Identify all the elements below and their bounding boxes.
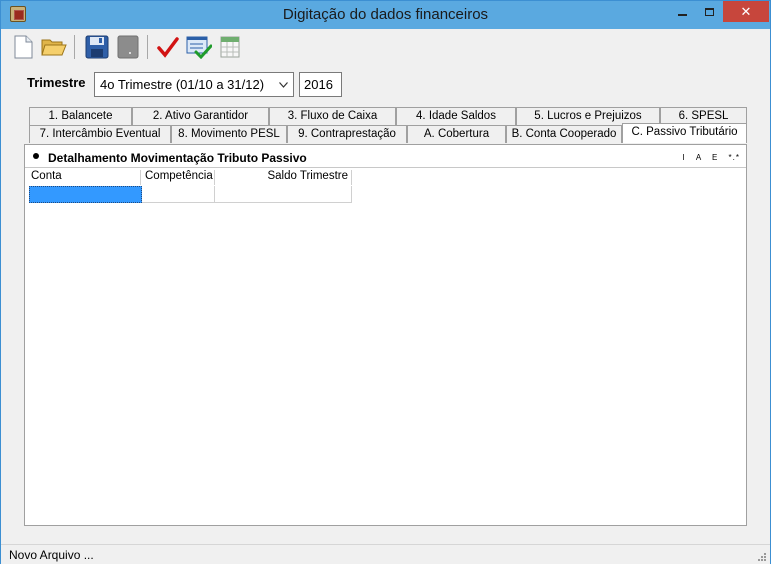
open-file-button[interactable] bbox=[40, 33, 68, 61]
spreadsheet-icon bbox=[220, 36, 240, 58]
cell-saldo-trimestre[interactable] bbox=[215, 186, 352, 203]
tab-idade-saldos[interactable]: 4. Idade Saldos bbox=[396, 107, 516, 125]
insert-tool[interactable]: I bbox=[682, 153, 685, 162]
gray-document-icon bbox=[117, 35, 139, 59]
year-input[interactable]: 2016 bbox=[299, 72, 342, 97]
filter-tool[interactable]: *.* bbox=[729, 153, 740, 162]
toolbar-separator bbox=[74, 35, 75, 59]
section-title: Detalhamento Movimentação Tributo Passiv… bbox=[48, 151, 307, 165]
column-header-conta[interactable]: Conta bbox=[28, 170, 141, 185]
tab-contraprestacao[interactable]: 9. Contraprestação bbox=[287, 125, 407, 143]
maximize-icon bbox=[705, 7, 714, 16]
validate-button[interactable] bbox=[154, 33, 182, 61]
tab-ativo-garantidor[interactable]: 2. Ativo Garantidor bbox=[132, 107, 269, 125]
tab-balancete[interactable]: 1. Balancete bbox=[29, 107, 132, 125]
trimestre-select-value: 4o Trimestre (01/10 a 31/12) bbox=[100, 77, 265, 92]
status-text: Novo Arquivo ... bbox=[9, 548, 94, 562]
grid-tools: I A E *.* bbox=[675, 153, 740, 162]
delete-tool[interactable]: E bbox=[712, 153, 718, 162]
section-header: Detalhamento Movimentação Tributo Passiv… bbox=[25, 148, 746, 168]
minimize-icon bbox=[678, 13, 687, 16]
column-header-competencia[interactable]: Competência bbox=[142, 170, 215, 185]
check-mark-icon bbox=[157, 37, 179, 58]
new-document-icon bbox=[14, 35, 33, 59]
validate-all-button[interactable] bbox=[185, 33, 213, 61]
tab-panel: Detalhamento Movimentação Tributo Passiv… bbox=[24, 144, 747, 526]
main-window: Digitação do dados financeiros ✕ Trimest… bbox=[0, 0, 771, 564]
window-title: Digitação do dados financeiros bbox=[282, 6, 489, 23]
edit-tool[interactable]: A bbox=[696, 153, 702, 162]
disabled-save-button[interactable] bbox=[114, 33, 142, 61]
cell-conta[interactable] bbox=[29, 186, 142, 203]
title-bar[interactable]: Digitação do dados financeiros ✕ bbox=[1, 1, 770, 29]
floppy-disk-icon bbox=[85, 35, 109, 59]
toolbar-separator bbox=[147, 35, 148, 59]
close-icon: ✕ bbox=[740, 3, 752, 19]
folder-open-icon bbox=[41, 39, 67, 56]
status-bar: Novo Arquivo ... bbox=[1, 544, 770, 564]
column-header-saldo-trimestre[interactable]: Saldo Trimestre bbox=[215, 170, 352, 185]
maximize-button[interactable] bbox=[696, 1, 723, 22]
close-button[interactable]: ✕ bbox=[723, 1, 769, 22]
bullet-icon bbox=[33, 153, 39, 159]
new-file-button[interactable] bbox=[9, 33, 37, 61]
chevron-down-icon[interactable] bbox=[276, 76, 291, 93]
tab-cobertura[interactable]: A. Cobertura bbox=[407, 125, 506, 143]
tab-movimento-pesl[interactable]: 8. Movimento PESL bbox=[171, 125, 287, 143]
trimestre-select[interactable]: 4o Trimestre (01/10 a 31/12) bbox=[94, 72, 294, 97]
cell-competencia[interactable] bbox=[142, 186, 215, 203]
toolbar bbox=[1, 29, 770, 65]
tab-conta-cooperado[interactable]: B. Conta Cooperado bbox=[506, 125, 622, 143]
minimize-button[interactable] bbox=[669, 1, 696, 22]
tab-intercambio-eventual[interactable]: 7. Intercâmbio Eventual bbox=[29, 125, 171, 143]
grid-button[interactable] bbox=[216, 33, 244, 61]
check-list-icon bbox=[186, 36, 212, 59]
tab-fluxo-de-caixa[interactable]: 3. Fluxo de Caixa bbox=[269, 107, 396, 125]
tab-passivo-tributario[interactable]: C. Passivo Tributário bbox=[622, 123, 747, 143]
resize-grip-icon[interactable] bbox=[757, 552, 767, 562]
save-button[interactable] bbox=[83, 33, 111, 61]
trimestre-label: Trimestre bbox=[27, 75, 86, 90]
